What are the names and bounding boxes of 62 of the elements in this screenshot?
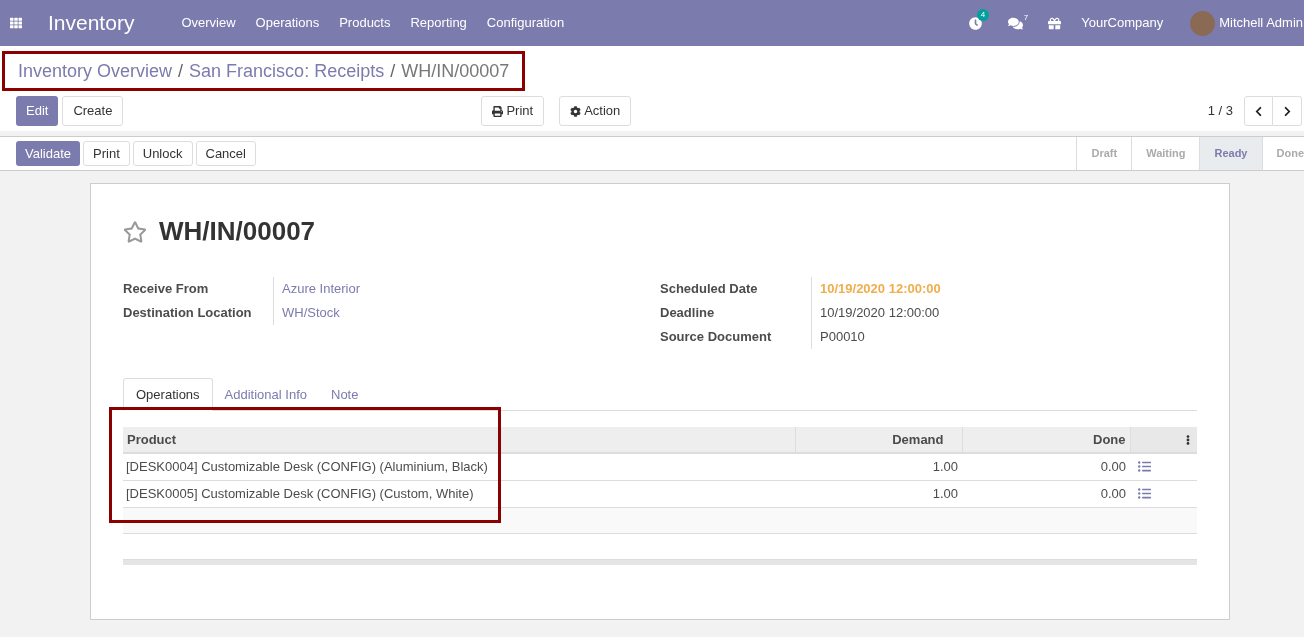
detail-list-icon[interactable]: [1138, 487, 1151, 500]
field-value: 10/19/2020 12:00:00: [811, 277, 941, 301]
print-dropdown-button[interactable]: Print: [481, 96, 545, 126]
chevron-left-icon: [1253, 105, 1264, 117]
breadcrumb-link[interactable]: Inventory Overview: [18, 57, 173, 85]
record-title: WH/IN/00007: [159, 215, 316, 248]
menu-item[interactable]: Products: [339, 13, 391, 33]
detail-list-icon[interactable]: [1138, 460, 1151, 474]
table-cell: 0.00: [962, 453, 1130, 480]
form-tab[interactable]: Note: [319, 378, 371, 411]
table-cell: [DESK0005] Customizable Desk (CONFIG) (Custom, White): [123, 480, 795, 507]
status-step[interactable]: Done: [1262, 137, 1304, 170]
activity-count-badge: 4: [976, 8, 990, 21]
form-tab[interactable]: Additional Info: [212, 378, 319, 411]
gift-icon[interactable]: [1048, 16, 1062, 30]
breadcrumb-link[interactable]: San Francisco: Receipts: [189, 57, 385, 85]
field-value[interactable]: WH/Stock: [273, 301, 340, 325]
app-name[interactable]: Inventory: [48, 7, 135, 39]
table-cell: 1.00: [795, 480, 962, 507]
field-value: P00010: [811, 325, 865, 349]
gear-icon: [570, 105, 582, 117]
star-icon[interactable]: [123, 219, 147, 244]
breadcrumb-separator: /: [178, 59, 184, 83]
column-header[interactable]: Done: [962, 427, 1130, 453]
form-tab[interactable]: Operations: [123, 378, 213, 411]
workflow-button[interactable]: Print: [83, 141, 130, 166]
menu-item[interactable]: Operations: [255, 13, 320, 33]
workflow-button[interactable]: Unlock: [132, 141, 193, 166]
messages-count: 7: [1023, 11, 1029, 24]
status-step[interactable]: Draft: [1077, 137, 1133, 170]
column-header[interactable]: Product: [123, 427, 795, 453]
field-value[interactable]: Azure Interior: [273, 277, 361, 301]
field-label: Source Document: [660, 328, 773, 347]
menu-item[interactable]: Configuration: [486, 13, 565, 33]
messages-icon[interactable]: [1007, 15, 1023, 31]
field-label: Receive From: [123, 280, 210, 299]
table-cell: 1.00: [795, 453, 962, 480]
table-cell: 0.00: [962, 480, 1130, 507]
previous-button[interactable]: [1244, 96, 1273, 126]
action-dropdown-button[interactable]: Action: [559, 96, 632, 126]
field-label: Destination Location: [123, 304, 253, 323]
field-value: 10/19/2020 12:00:00: [811, 301, 940, 325]
column-header[interactable]: Demand: [795, 427, 962, 453]
next-button[interactable]: [1273, 96, 1302, 126]
printer-icon: [492, 105, 504, 117]
table-cell: [DESK0004] Customizable Desk (CONFIG) (Aluminium, Black): [123, 453, 795, 480]
activity-icon[interactable]: [968, 16, 982, 30]
menu-item[interactable]: Overview: [181, 13, 236, 33]
field-label: Deadline: [660, 304, 716, 323]
status-step[interactable]: Ready: [1200, 137, 1263, 170]
create-button[interactable]: Create: [62, 96, 124, 126]
pager-value: 1 / 3: [1207, 102, 1233, 121]
company-switcher[interactable]: YourCompany: [1081, 13, 1164, 33]
breadcrumb-current: WH/IN/00007: [401, 59, 510, 83]
breadcrumb-separator: /: [390, 59, 396, 83]
apps-menu-icon[interactable]: [10, 17, 22, 29]
workflow-button[interactable]: Cancel: [195, 141, 256, 166]
menu-item[interactable]: Reporting: [410, 13, 467, 33]
field-label: Scheduled Date: [660, 280, 759, 299]
workflow-button[interactable]: Validate: [16, 141, 80, 166]
user-menu[interactable]: Mitchell Admin: [1219, 13, 1303, 33]
edit-button[interactable]: Edit: [16, 96, 59, 126]
